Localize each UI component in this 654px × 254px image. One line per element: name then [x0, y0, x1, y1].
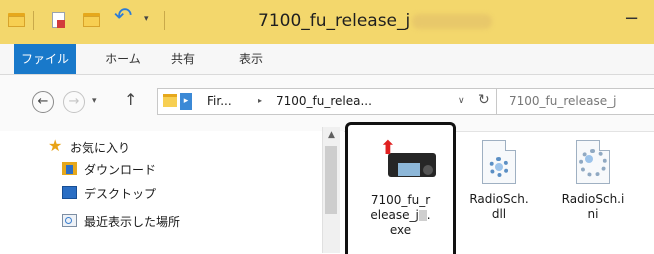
downloads-folder-icon: [62, 162, 77, 175]
update-arrow-icon: ⬆: [380, 137, 396, 159]
address-row: ← → ▾ ↑ ▸ Fir... ▸ 7100_fu_relea... ∨ ↻ …: [0, 75, 654, 132]
recent-locations-dropdown[interactable]: ▾: [92, 96, 97, 106]
breadcrumb-item[interactable]: Fir...: [207, 94, 232, 108]
toolbar-separator: [33, 11, 34, 30]
file-name-line: elease_j: [370, 208, 419, 222]
undo-arrow-icon[interactable]: ↶: [114, 6, 132, 28]
nav-item-label: デスクトップ: [84, 187, 157, 201]
tab-home[interactable]: ホーム: [93, 44, 153, 74]
folder-icon: [8, 13, 25, 27]
address-dropdown[interactable]: ∨: [458, 96, 465, 106]
search-placeholder: 7100_fu_release_j: [509, 94, 617, 108]
nav-item-label: お気に入り: [70, 141, 131, 155]
file-name-line: 7100_fu_r: [370, 193, 431, 207]
nav-item-label: 最近表示した場所: [84, 215, 181, 229]
folder-icon: [163, 94, 177, 108]
file-name: RadioSch. dll: [462, 192, 536, 222]
tab-share[interactable]: 共有: [163, 44, 203, 74]
tab-view[interactable]: 表示: [231, 44, 271, 74]
search-input[interactable]: 7100_fu_release_j: [497, 88, 654, 115]
up-button[interactable]: ↑: [124, 90, 137, 109]
file-name-line: ni: [587, 207, 599, 221]
breadcrumb-separator[interactable]: ▸: [258, 96, 262, 105]
ini-gear-icon: [576, 140, 610, 184]
file-item-exe[interactable]: ⬆ 7100_fu_r elease_j. exe: [345, 122, 456, 254]
title-bar: ↶ ▾ 7100_fu_release_j −: [0, 0, 654, 45]
window-title: 7100_fu_release_j: [258, 11, 493, 31]
new-folder-icon[interactable]: [83, 13, 100, 27]
star-icon: ★: [48, 136, 63, 155]
scroll-up-button[interactable]: ▲: [323, 127, 340, 144]
minimize-button[interactable]: −: [624, 8, 639, 29]
file-item-dll[interactable]: RadioSch. dll: [462, 130, 536, 240]
ribbon-tabs: ファイル ホーム 共有 表示: [0, 44, 654, 75]
forward-button[interactable]: →: [63, 91, 85, 113]
file-name-line: RadioSch.: [469, 192, 529, 206]
radio-installer-icon: ⬆: [380, 139, 436, 177]
toolbar-separator: [164, 11, 165, 30]
file-name-line: dll: [491, 207, 507, 221]
file-name: RadioSch.i ni: [548, 192, 638, 222]
tab-file[interactable]: ファイル: [14, 44, 76, 74]
dll-gear-icon: [482, 140, 516, 184]
file-name-line: RadioSch.i: [561, 192, 625, 206]
file-extension: exe: [389, 223, 412, 237]
desktop-icon: [62, 186, 77, 199]
refresh-icon[interactable]: ↻: [478, 92, 490, 108]
redacted-title-suffix: [412, 13, 493, 29]
file-name: 7100_fu_r elease_j. exe: [348, 193, 453, 238]
recent-places-icon: [62, 214, 77, 227]
breadcrumb-root-arrow[interactable]: ▸: [180, 93, 192, 110]
back-button[interactable]: ←: [32, 91, 54, 113]
customize-quick-access-dropdown[interactable]: ▾: [144, 14, 149, 24]
redacted-name-part: [418, 210, 427, 221]
scroll-thumb[interactable]: [325, 146, 337, 214]
nav-item-label: ダウンロード: [84, 163, 157, 177]
navigation-pane: ★ お気に入り ダウンロード デスクトップ 最近表示した場所: [0, 131, 344, 253]
file-name-line: .: [426, 208, 431, 222]
address-bar[interactable]: ▸ Fir... ▸ 7100_fu_relea... ∨ ↻: [157, 88, 497, 115]
file-item-ini[interactable]: RadioSch.i ni: [548, 130, 638, 240]
properties-icon[interactable]: [52, 12, 65, 28]
window-title-text: 7100_fu_release_j: [258, 11, 411, 31]
nav-pane-scrollbar[interactable]: ▲: [322, 127, 340, 253]
breadcrumb-item[interactable]: 7100_fu_relea...: [276, 94, 372, 108]
